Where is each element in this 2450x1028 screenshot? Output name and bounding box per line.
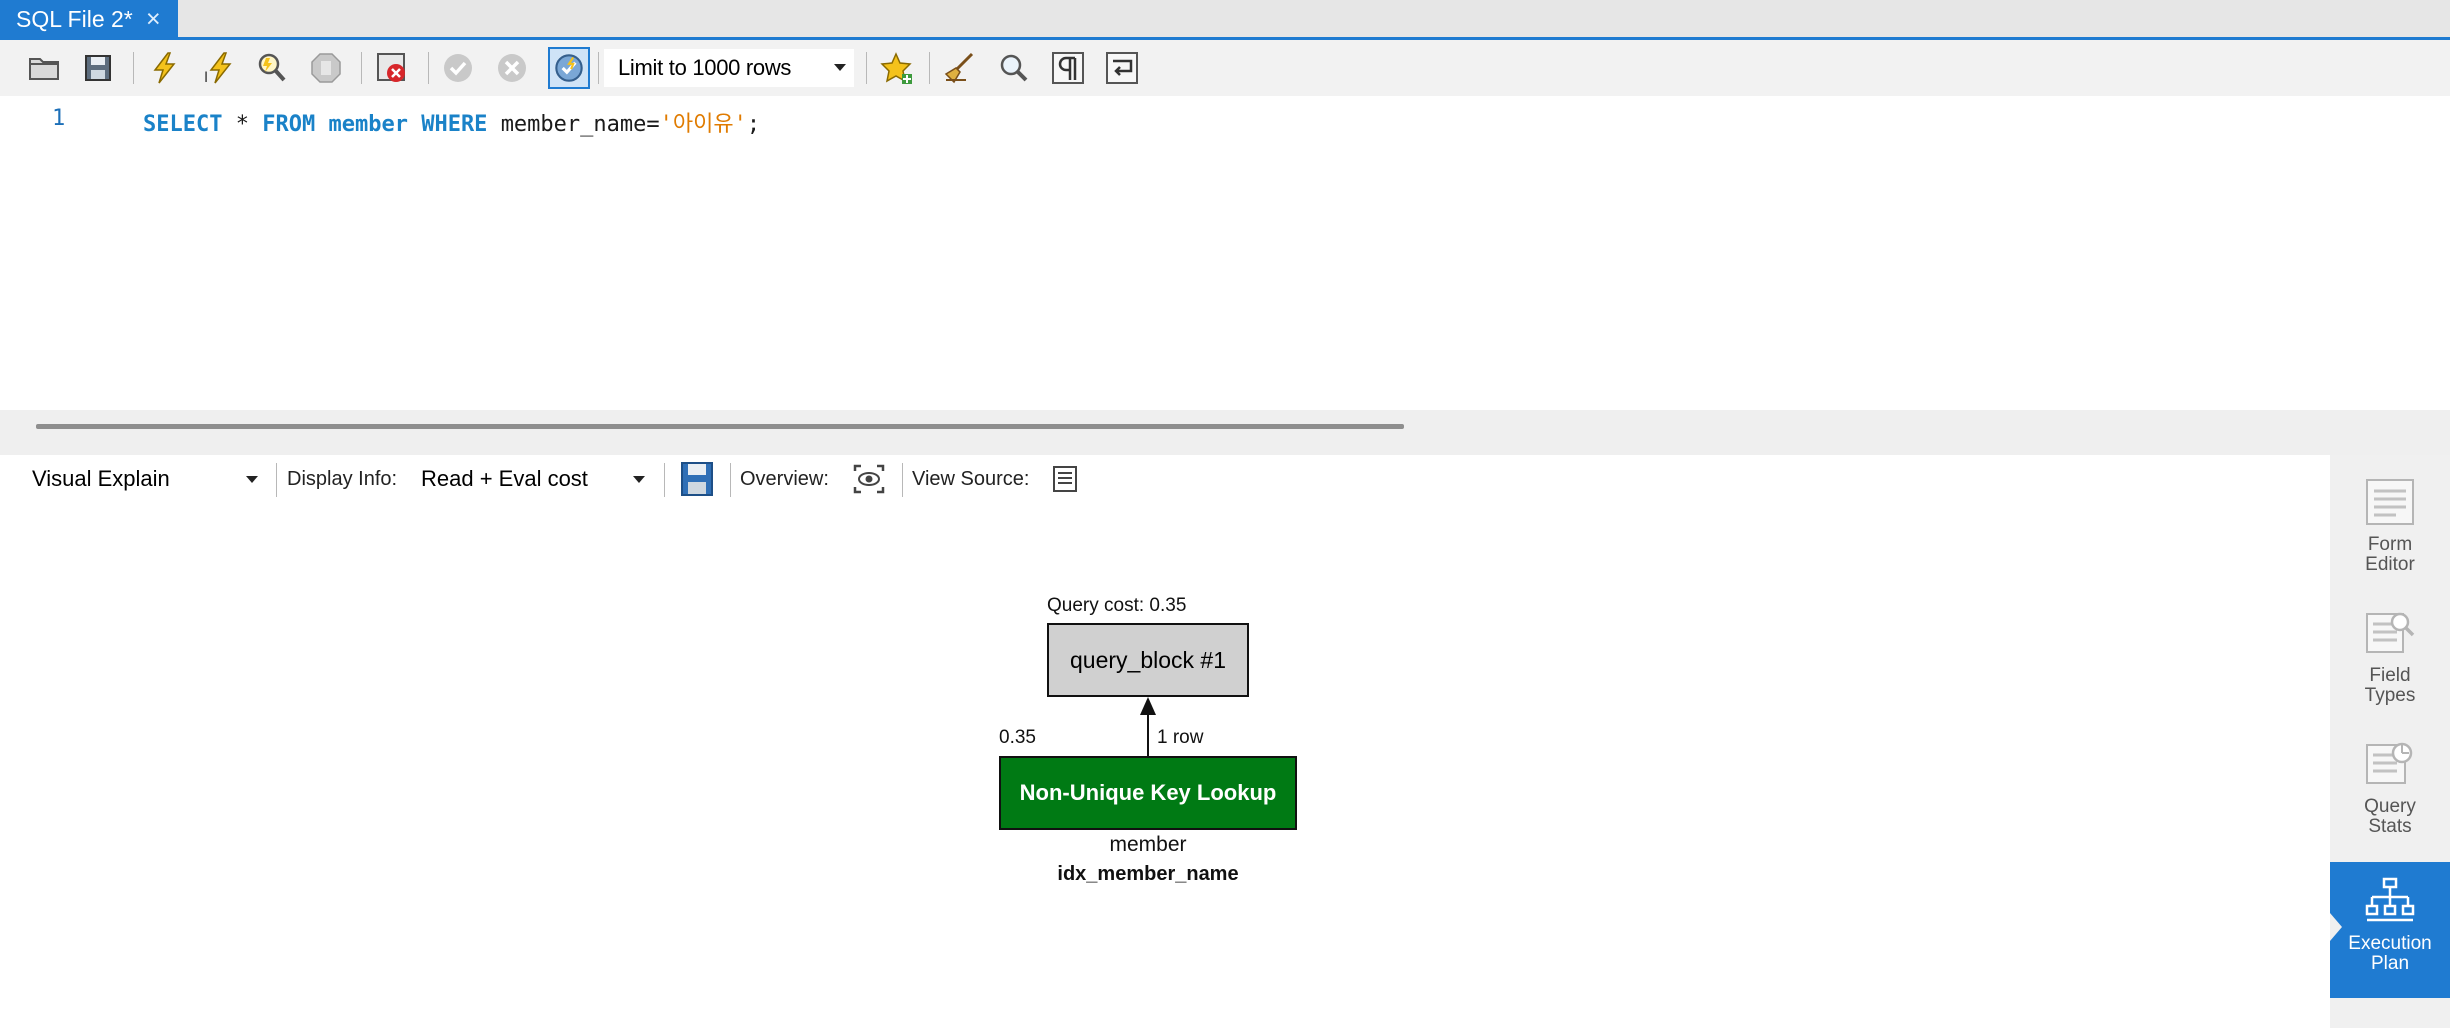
save-icon[interactable] xyxy=(80,50,116,86)
toolbar-separator xyxy=(361,52,362,84)
semicolon-token: ; xyxy=(746,112,761,137)
beautify-icon[interactable] xyxy=(942,50,978,86)
side-item-label: Form xyxy=(2367,534,2413,555)
edge-line xyxy=(1147,715,1149,756)
sql-editor[interactable]: 1 SELECT * FROM member WHERE member_name… xyxy=(0,96,2450,410)
tab-title: SQL File 2* xyxy=(16,6,133,32)
execute-current-icon[interactable]: I xyxy=(200,50,236,86)
toolbar-separator xyxy=(664,463,665,497)
side-item-label: Execution xyxy=(2348,933,2432,954)
quote-token: ' xyxy=(733,112,747,137)
side-item-label: Query xyxy=(2364,796,2416,817)
chevron-down-icon xyxy=(246,476,258,483)
stop-icon[interactable] xyxy=(308,50,344,86)
side-item-label: Types xyxy=(2364,685,2416,706)
autocommit-icon[interactable] xyxy=(548,47,590,89)
form-editor-icon xyxy=(2366,479,2414,525)
active-indicator xyxy=(2330,913,2342,941)
chevron-down-icon xyxy=(633,476,645,483)
line-number: 1 xyxy=(52,106,66,131)
commit-icon[interactable] xyxy=(440,50,476,86)
side-item-label: Plan xyxy=(2370,953,2410,974)
view-source-icon[interactable] xyxy=(1048,461,1082,497)
toolbar-separator xyxy=(866,52,867,84)
toggle-error-stop-icon[interactable] xyxy=(374,50,410,86)
chevron-down-icon xyxy=(834,64,846,71)
display-info-label: Display Info: xyxy=(287,468,398,490)
find-icon[interactable] xyxy=(996,50,1032,86)
toolbar-separator xyxy=(133,52,134,84)
query-block-node[interactable]: query_block #1 xyxy=(1047,623,1249,697)
view-source-label: View Source: xyxy=(912,468,1030,490)
edge-rows-label: 1 row xyxy=(1157,727,1204,748)
limit-rows-value: Limit to 1000 rows xyxy=(618,55,792,80)
arrow-head xyxy=(1140,697,1156,715)
close-icon[interactable]: × xyxy=(146,0,161,38)
display-info-select[interactable]: Read + Eval cost xyxy=(421,461,655,497)
side-item-form-editor[interactable]: Form Editor xyxy=(2330,469,2450,589)
visual-explain-diagram: Query cost: 0.35 query_block #1 0.35 1 r… xyxy=(0,505,2330,1028)
toolbar-separator xyxy=(428,52,429,84)
side-item-label: Field xyxy=(2369,665,2411,686)
side-item-label: Editor xyxy=(2365,554,2415,575)
toolbar-separator xyxy=(598,52,599,84)
keyword-where: WHERE xyxy=(421,112,488,137)
horizontal-scrollbar[interactable] xyxy=(36,424,1404,429)
column-token: member_name= xyxy=(500,112,660,137)
open-folder-icon[interactable] xyxy=(26,50,62,86)
display-info-value: Read + Eval cost xyxy=(421,466,588,491)
invisible-chars-icon[interactable] xyxy=(1050,50,1086,86)
panel-splitter[interactable] xyxy=(0,410,2450,455)
toolbar-separator xyxy=(730,463,731,497)
query-stats-icon xyxy=(2366,742,2413,784)
execute-icon[interactable] xyxy=(146,50,182,86)
side-item-execution-plan[interactable]: Execution Plan xyxy=(2330,862,2450,998)
svg-text:I: I xyxy=(204,70,208,86)
tab-sql-file[interactable]: SQL File 2* × xyxy=(0,0,178,40)
tab-bar: SQL File 2* × xyxy=(0,0,2450,40)
execution-plan-icon xyxy=(2365,877,2415,922)
side-panel: Form Editor Field Types Query Stats Exec… xyxy=(2330,455,2450,1028)
keyword-from: FROM xyxy=(262,112,316,137)
wrap-lines-icon[interactable] xyxy=(1104,50,1140,86)
toolbar-separator xyxy=(276,463,277,497)
sql-toolbar: I Limit to 1000 rows xyxy=(0,40,2450,96)
query-cost-label: Query cost: 0.35 xyxy=(1047,595,1187,616)
edge-cost-label: 0.35 xyxy=(999,727,1036,748)
quote-token: ' xyxy=(659,112,673,137)
toolbar-separator xyxy=(902,463,903,497)
save-icon[interactable] xyxy=(680,461,714,497)
view-mode-select[interactable]: Visual Explain xyxy=(32,461,266,497)
keyword-select: SELECT xyxy=(143,112,223,137)
overview-label: Overview: xyxy=(740,468,829,490)
table-name-label: member xyxy=(1109,833,1187,856)
index-name-label: idx_member_name xyxy=(1057,863,1239,885)
explain-toolbar: Visual Explain Display Info: Read + Eval… xyxy=(0,455,2330,505)
sql-code-line[interactable]: SELECT * FROM member WHERE member_name='… xyxy=(143,106,760,138)
toolbar-separator xyxy=(929,52,930,84)
field-types-icon xyxy=(2366,612,2415,653)
view-mode-value: Visual Explain xyxy=(32,466,170,491)
rollback-icon[interactable] xyxy=(494,50,530,86)
bookmark-icon[interactable] xyxy=(878,50,914,86)
limit-rows-select[interactable]: Limit to 1000 rows xyxy=(604,49,854,87)
table-token: member xyxy=(328,112,408,137)
string-literal: 아이유 xyxy=(672,112,734,137)
star-token: * xyxy=(222,112,263,137)
overview-icon[interactable] xyxy=(852,461,886,497)
side-item-field-types[interactable]: Field Types xyxy=(2330,600,2450,720)
side-item-query-stats[interactable]: Query Stats xyxy=(2330,731,2450,851)
non-unique-key-lookup-node[interactable]: Non-Unique Key Lookup xyxy=(999,756,1297,830)
side-item-label: Stats xyxy=(2368,816,2412,837)
explain-icon[interactable] xyxy=(254,50,290,86)
